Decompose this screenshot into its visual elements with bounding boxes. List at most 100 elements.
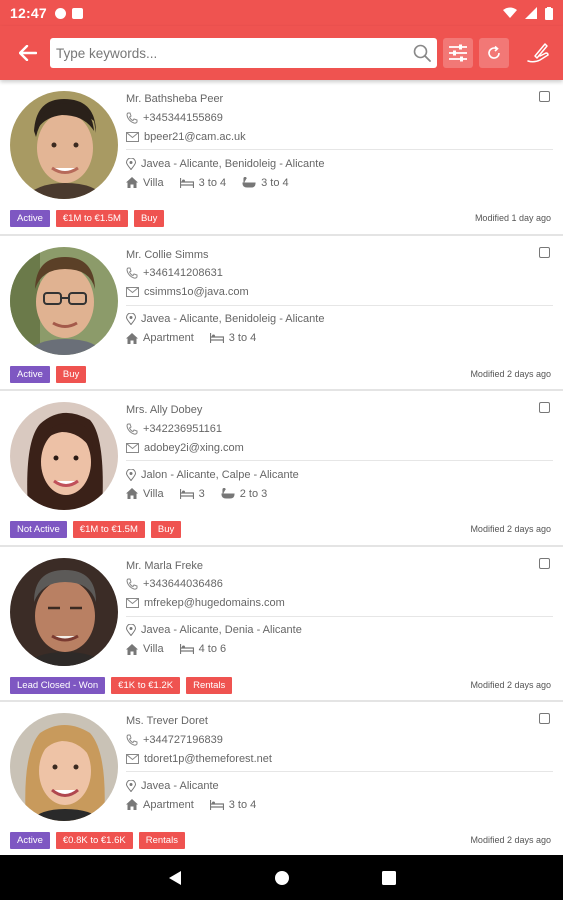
refresh-button[interactable] (479, 38, 510, 68)
phone-icon (126, 423, 138, 435)
bedrooms: 4 to 6 (198, 643, 227, 655)
map-pin-icon (126, 157, 136, 170)
status-badge: Active (10, 365, 50, 383)
status-badge: Active (10, 832, 50, 849)
price-badge: €1M to €1.5M (72, 521, 145, 538)
status-badge: Lead Closed - Won (10, 676, 106, 694)
divider (126, 460, 553, 461)
signal-icon (525, 7, 537, 19)
phone-icon (126, 578, 138, 590)
system-nav-bar (0, 855, 563, 900)
bedrooms: 3 (198, 487, 205, 500)
status-bar: 12:47 (0, 0, 563, 26)
bath-icon (221, 488, 235, 499)
recents-square-icon[interactable] (381, 870, 396, 885)
type-badge: Rentals (138, 832, 185, 849)
contact-location: Javea - Alicante (141, 779, 219, 792)
mail-icon (126, 131, 139, 142)
home-icon (126, 332, 138, 344)
contact-phone[interactable]: +342236951161 (143, 423, 222, 435)
avatar (10, 557, 118, 666)
wifi-icon (503, 7, 517, 18)
filter-button[interactable] (443, 38, 474, 68)
contact-card[interactable]: Mr. Bathsheba Peer +345344155869 bpeer21… (0, 80, 563, 236)
bedrooms: 3 to 4 (228, 332, 257, 344)
map-pin-icon (126, 313, 136, 325)
contact-phone[interactable]: +344727196839 (143, 734, 223, 746)
contact-name: Mr. Bathsheba Peer (126, 93, 224, 105)
phone-icon (126, 734, 138, 746)
property-type: Apartment (143, 798, 194, 811)
home-circle-icon[interactable] (274, 870, 290, 886)
battery-icon (545, 6, 553, 20)
contact-list: Mr. Bathsheba Peer +345344155869 bpeer21… (0, 80, 563, 855)
contact-phone[interactable]: +343644036486 (143, 578, 223, 590)
divider (126, 771, 553, 772)
home-icon (126, 799, 138, 810)
contact-card[interactable]: Mr. Marla Freke +343644036486 mfrekep@hu… (0, 546, 563, 702)
contact-name: Ms. Trever Doret (126, 715, 208, 727)
avatar (10, 713, 118, 821)
modified-time: Modified 2 days ago (470, 835, 551, 845)
contact-email[interactable]: mfrekep@hugedomains.com (144, 597, 285, 609)
back-triangle-icon[interactable] (168, 870, 182, 886)
divider (126, 149, 553, 150)
contact-card[interactable]: Mr. Collie Simms +346141208631 csimms1o@… (0, 235, 563, 391)
phone-icon (126, 112, 138, 124)
divider (126, 615, 553, 617)
type-badge: Buy (150, 521, 182, 538)
hand-pen-icon (527, 43, 549, 63)
bed-icon (179, 488, 194, 499)
property-type: Villa (143, 643, 164, 655)
home-icon (126, 177, 138, 188)
contact-email[interactable]: csimms1o@java.com (144, 286, 249, 298)
type-badge: Buy (133, 210, 165, 227)
price-badge: €1K to €1.2K (111, 676, 181, 694)
mail-icon (126, 753, 139, 764)
type-badge: Buy (55, 365, 87, 383)
map-pin-icon (126, 468, 136, 481)
mail-icon (126, 598, 139, 608)
phone-icon (126, 267, 138, 279)
contact-email[interactable]: adobey2i@xing.com (144, 442, 244, 454)
notification-icon (54, 7, 66, 19)
mail-icon (126, 442, 139, 453)
modified-time: Modified 1 day ago (474, 213, 551, 223)
avatar (10, 91, 118, 199)
home-icon (126, 643, 138, 655)
bed-icon (179, 644, 194, 654)
property-type: Apartment (143, 332, 194, 344)
contact-name: Mr. Collie Simms (126, 248, 209, 261)
app-bar (0, 26, 563, 80)
search-icon[interactable] (413, 44, 432, 62)
contact-location: Javea - Alicante, Denia - Alicante (141, 624, 302, 636)
select-checkbox[interactable] (539, 246, 550, 258)
contact-name: Mrs. Ally Dobey (126, 404, 203, 416)
search-input[interactable] (55, 45, 414, 61)
arrow-left-icon (18, 45, 37, 61)
contact-card[interactable]: Mrs. Ally Dobey +342236951161 adobey2i@x… (0, 391, 563, 547)
contact-location: Jalon - Alicante, Calpe - Alicante (141, 468, 299, 481)
divider (126, 304, 553, 306)
back-button[interactable] (12, 37, 44, 69)
modified-time: Modified 2 days ago (470, 679, 551, 690)
contact-location: Javea - Alicante, Benidoleig - Alicante (141, 157, 325, 170)
contact-location: Javea - Alicante, Benidoleig - Alicante (141, 313, 325, 325)
select-checkbox[interactable] (539, 713, 550, 724)
avatar (10, 246, 118, 355)
select-checkbox[interactable] (539, 91, 550, 102)
contact-phone[interactable]: +346141208631 (143, 267, 223, 279)
map-pin-icon (126, 779, 136, 792)
price-badge: €0.8K to €1.6K (55, 832, 133, 849)
select-checkbox[interactable] (539, 402, 550, 413)
contact-card[interactable]: Ms. Trever Doret +344727196839 tdoret1p@… (0, 702, 563, 855)
contact-email[interactable]: tdoret1p@themeforest.net (144, 753, 272, 765)
bathrooms: 2 to 3 (239, 487, 268, 500)
contact-phone[interactable]: +345344155869 (143, 112, 223, 124)
edit-button[interactable] (523, 38, 553, 68)
bedrooms: 3 to 4 (198, 176, 227, 189)
sliders-icon (449, 44, 468, 62)
contact-email[interactable]: bpeer21@cam.ac.uk (144, 131, 246, 143)
select-checkbox[interactable] (539, 557, 550, 569)
status-badge: Not Active (10, 521, 67, 538)
